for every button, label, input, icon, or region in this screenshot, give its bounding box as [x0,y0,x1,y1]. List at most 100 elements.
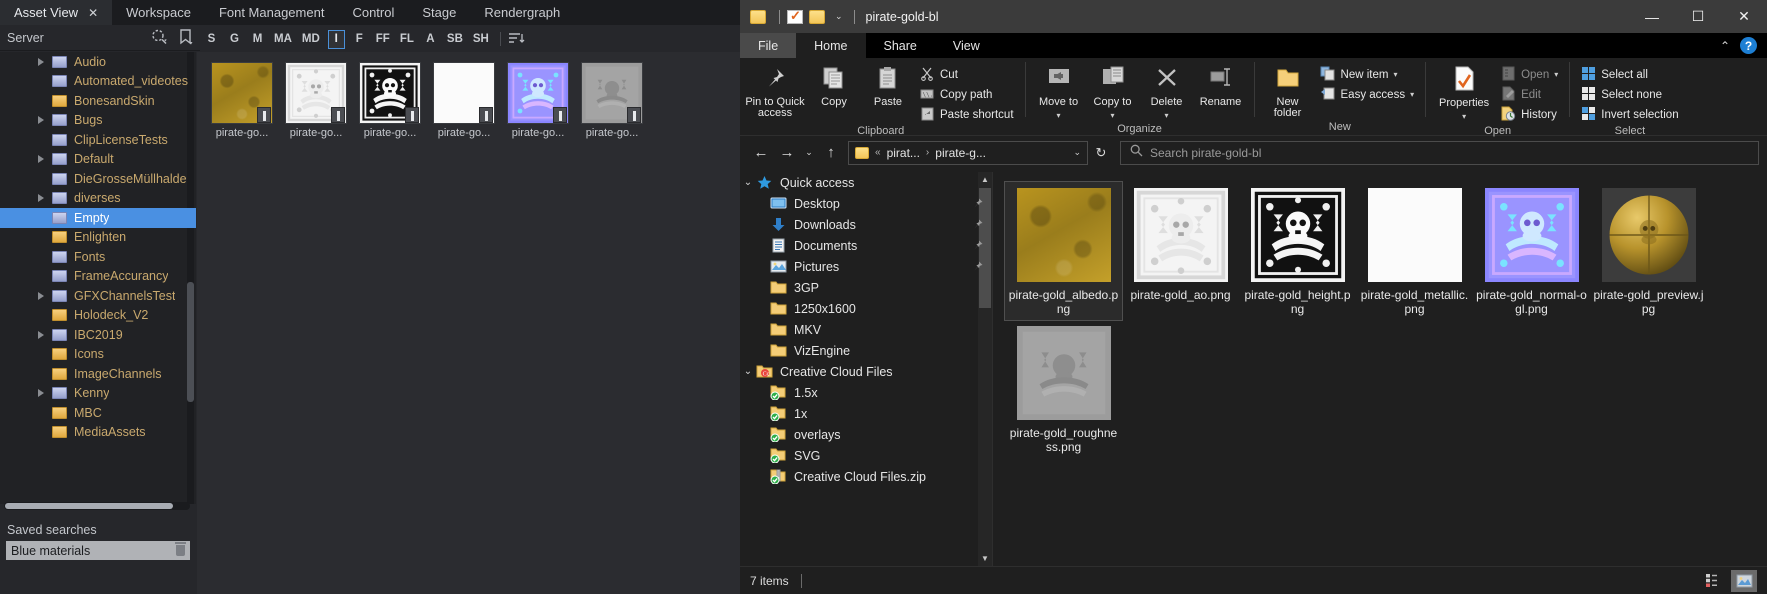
tree-item-imagechannels[interactable]: ImageChannels [0,364,196,384]
pin-icon[interactable] [972,261,982,272]
tree-item-diverses[interactable]: diverses [0,189,196,209]
filter-g[interactable]: G [226,30,243,49]
expand-arrow-icon[interactable] [38,194,44,202]
tree-item-enlighten[interactable]: Enlighten [0,228,196,248]
nav-item-creative-cloud-files.zip[interactable]: Creative Cloud Files.zip [740,466,992,487]
saved-search-item[interactable]: Blue materials [6,541,190,560]
ribbon-tab-file[interactable]: File [740,33,796,58]
asset-item[interactable]: pirate-go... [359,62,421,139]
large-icons-view-button[interactable] [1731,570,1757,592]
asset-item[interactable]: pirate-go... [211,62,273,139]
tree-hscroll-thumb[interactable] [5,503,173,509]
recent-locations-button[interactable]: ⌄ [800,140,818,166]
file-thumbnail[interactable] [1368,188,1462,282]
filter-m[interactable]: M [249,30,266,49]
file-thumbnail[interactable] [1017,188,1111,282]
rename-button[interactable]: Rename [1195,61,1247,108]
move-to-button[interactable]: Move to ▾ [1033,61,1085,122]
nav-item-vizengine[interactable]: VizEngine [740,340,992,361]
asset-item[interactable]: pirate-go... [507,62,569,139]
expand-arrow-icon[interactable] [38,155,44,163]
chevron-up-icon[interactable]: ⌃ [1720,39,1730,53]
nav-item-svg[interactable]: SVG [740,445,992,466]
asset-item[interactable]: pirate-go... [285,62,347,139]
asset-thumbnail[interactable] [211,62,273,124]
nav-item-documents[interactable]: Documents [740,235,992,256]
tree-item-diegrossem-llhalde[interactable]: DieGrosseMüllhalde [0,169,196,189]
tree-item-automated-videotes[interactable]: Automated_videotes [0,72,196,92]
chevron-down-icon[interactable]: ▾ [1410,90,1414,99]
filter-sb[interactable]: SB [445,30,465,49]
pin-to-quick-access-button[interactable]: Pin to Quick access [744,61,806,120]
properties-button[interactable]: Properties ▾ [1433,61,1495,123]
asset-thumbnail[interactable] [359,62,421,124]
chevron-down-icon[interactable]: ⌄ [835,11,843,22]
file-list-pane[interactable]: pirate-gold_albedo.pngpirate-gold_ao.png… [993,172,1767,566]
expand-arrow-icon[interactable] [38,389,44,397]
tree-item-kenny[interactable]: Kenny [0,384,196,404]
delete-button[interactable]: Delete ▾ [1141,61,1193,122]
filter-sh[interactable]: SH [471,30,491,49]
tree-item-frameaccurancy[interactable]: FrameAccurancy [0,267,196,287]
breadcrumb-item-1[interactable]: pirate-g... [935,146,986,160]
tree-item-empty[interactable]: Empty [0,208,196,228]
properties-icon[interactable] [787,10,803,24]
file-thumbnail[interactable] [1251,188,1345,282]
tree-item-bonesandskin[interactable]: BonesandSkin [0,91,196,111]
cut-button[interactable]: Cut [916,65,1018,84]
paste-button[interactable]: Paste [862,61,914,108]
file-item[interactable]: pirate-gold_metallic.png [1356,182,1473,320]
invert-selection-button[interactable]: Invert selection [1577,105,1682,124]
new-item-button[interactable]: New item ▾ [1316,65,1419,84]
asset-thumbnail[interactable] [433,62,495,124]
tree-item-mediaassets[interactable]: MediaAssets [0,423,196,443]
tree-item-ibc2019[interactable]: IBC2019 [0,325,196,345]
file-item[interactable]: pirate-gold_normal-ogl.png [1473,182,1590,320]
file-item[interactable]: pirate-gold_albedo.png [1005,182,1122,320]
tab-workspace[interactable]: Workspace [112,0,205,25]
help-icon[interactable]: ? [1740,37,1757,54]
file-thumbnail[interactable] [1485,188,1579,282]
tree-horizontal-scrollbar[interactable] [4,502,190,510]
nav-item-pictures[interactable]: Pictures [740,256,992,277]
expand-arrow-icon[interactable] [38,58,44,66]
asset-thumbnail[interactable] [285,62,347,124]
nav-item-desktop[interactable]: Desktop [740,193,992,214]
filter-a[interactable]: A [422,30,439,49]
filter-fl[interactable]: FL [398,30,416,49]
chevron-down-icon[interactable]: ⌄ [1073,147,1081,158]
chevron-down-icon[interactable]: ▾ [1393,70,1397,79]
ribbon-tab-share[interactable]: Share [866,33,935,58]
filter-ff[interactable]: FF [374,30,392,49]
trash-icon[interactable] [176,545,185,556]
forward-button[interactable]: → [774,140,800,166]
tree-item-holodeck-v2[interactable]: Holodeck_V2 [0,306,196,326]
easy-access-button[interactable]: Easy access ▾ [1316,85,1419,104]
new-folder-button[interactable]: New folder [1262,61,1314,120]
new-folder-icon[interactable] [809,10,825,24]
chevron-down-icon[interactable]: ⌄ [740,366,756,377]
file-thumbnail[interactable] [1017,326,1111,420]
search-assets-icon[interactable] [150,28,170,46]
asset-thumbnail[interactable] [507,62,569,124]
file-item[interactable]: pirate-gold_preview.jpg [1590,182,1707,320]
file-thumbnail[interactable] [1134,188,1228,282]
copy-to-button[interactable]: Copy to ▾ [1087,61,1139,122]
tab-asset-view[interactable]: Asset View ✕ [0,0,112,25]
nav-item-1250x1600[interactable]: 1250x1600 [740,298,992,319]
filter-i[interactable]: I [328,30,345,49]
chevron-down-icon[interactable]: ▾ [1462,111,1466,123]
breadcrumb-overflow-icon[interactable]: « [875,147,881,158]
history-button[interactable]: History [1497,105,1562,124]
asset-item[interactable]: pirate-go... [433,62,495,139]
scroll-down-icon[interactable]: ▼ [978,551,992,566]
details-view-button[interactable] [1701,570,1727,592]
file-thumbnail[interactable] [1602,188,1696,282]
server-folder-tree[interactable]: AudioAutomated_videotesBonesandSkinBugsC… [0,52,196,504]
file-item[interactable]: pirate-gold_ao.png [1122,182,1239,320]
nav-item-mkv[interactable]: MKV [740,319,992,340]
search-input[interactable]: Search pirate-gold-bl [1120,141,1759,165]
select-none-button[interactable]: Select none [1577,85,1682,104]
file-item[interactable]: pirate-gold_roughness.png [1005,320,1122,458]
filter-s[interactable]: S [203,30,220,49]
